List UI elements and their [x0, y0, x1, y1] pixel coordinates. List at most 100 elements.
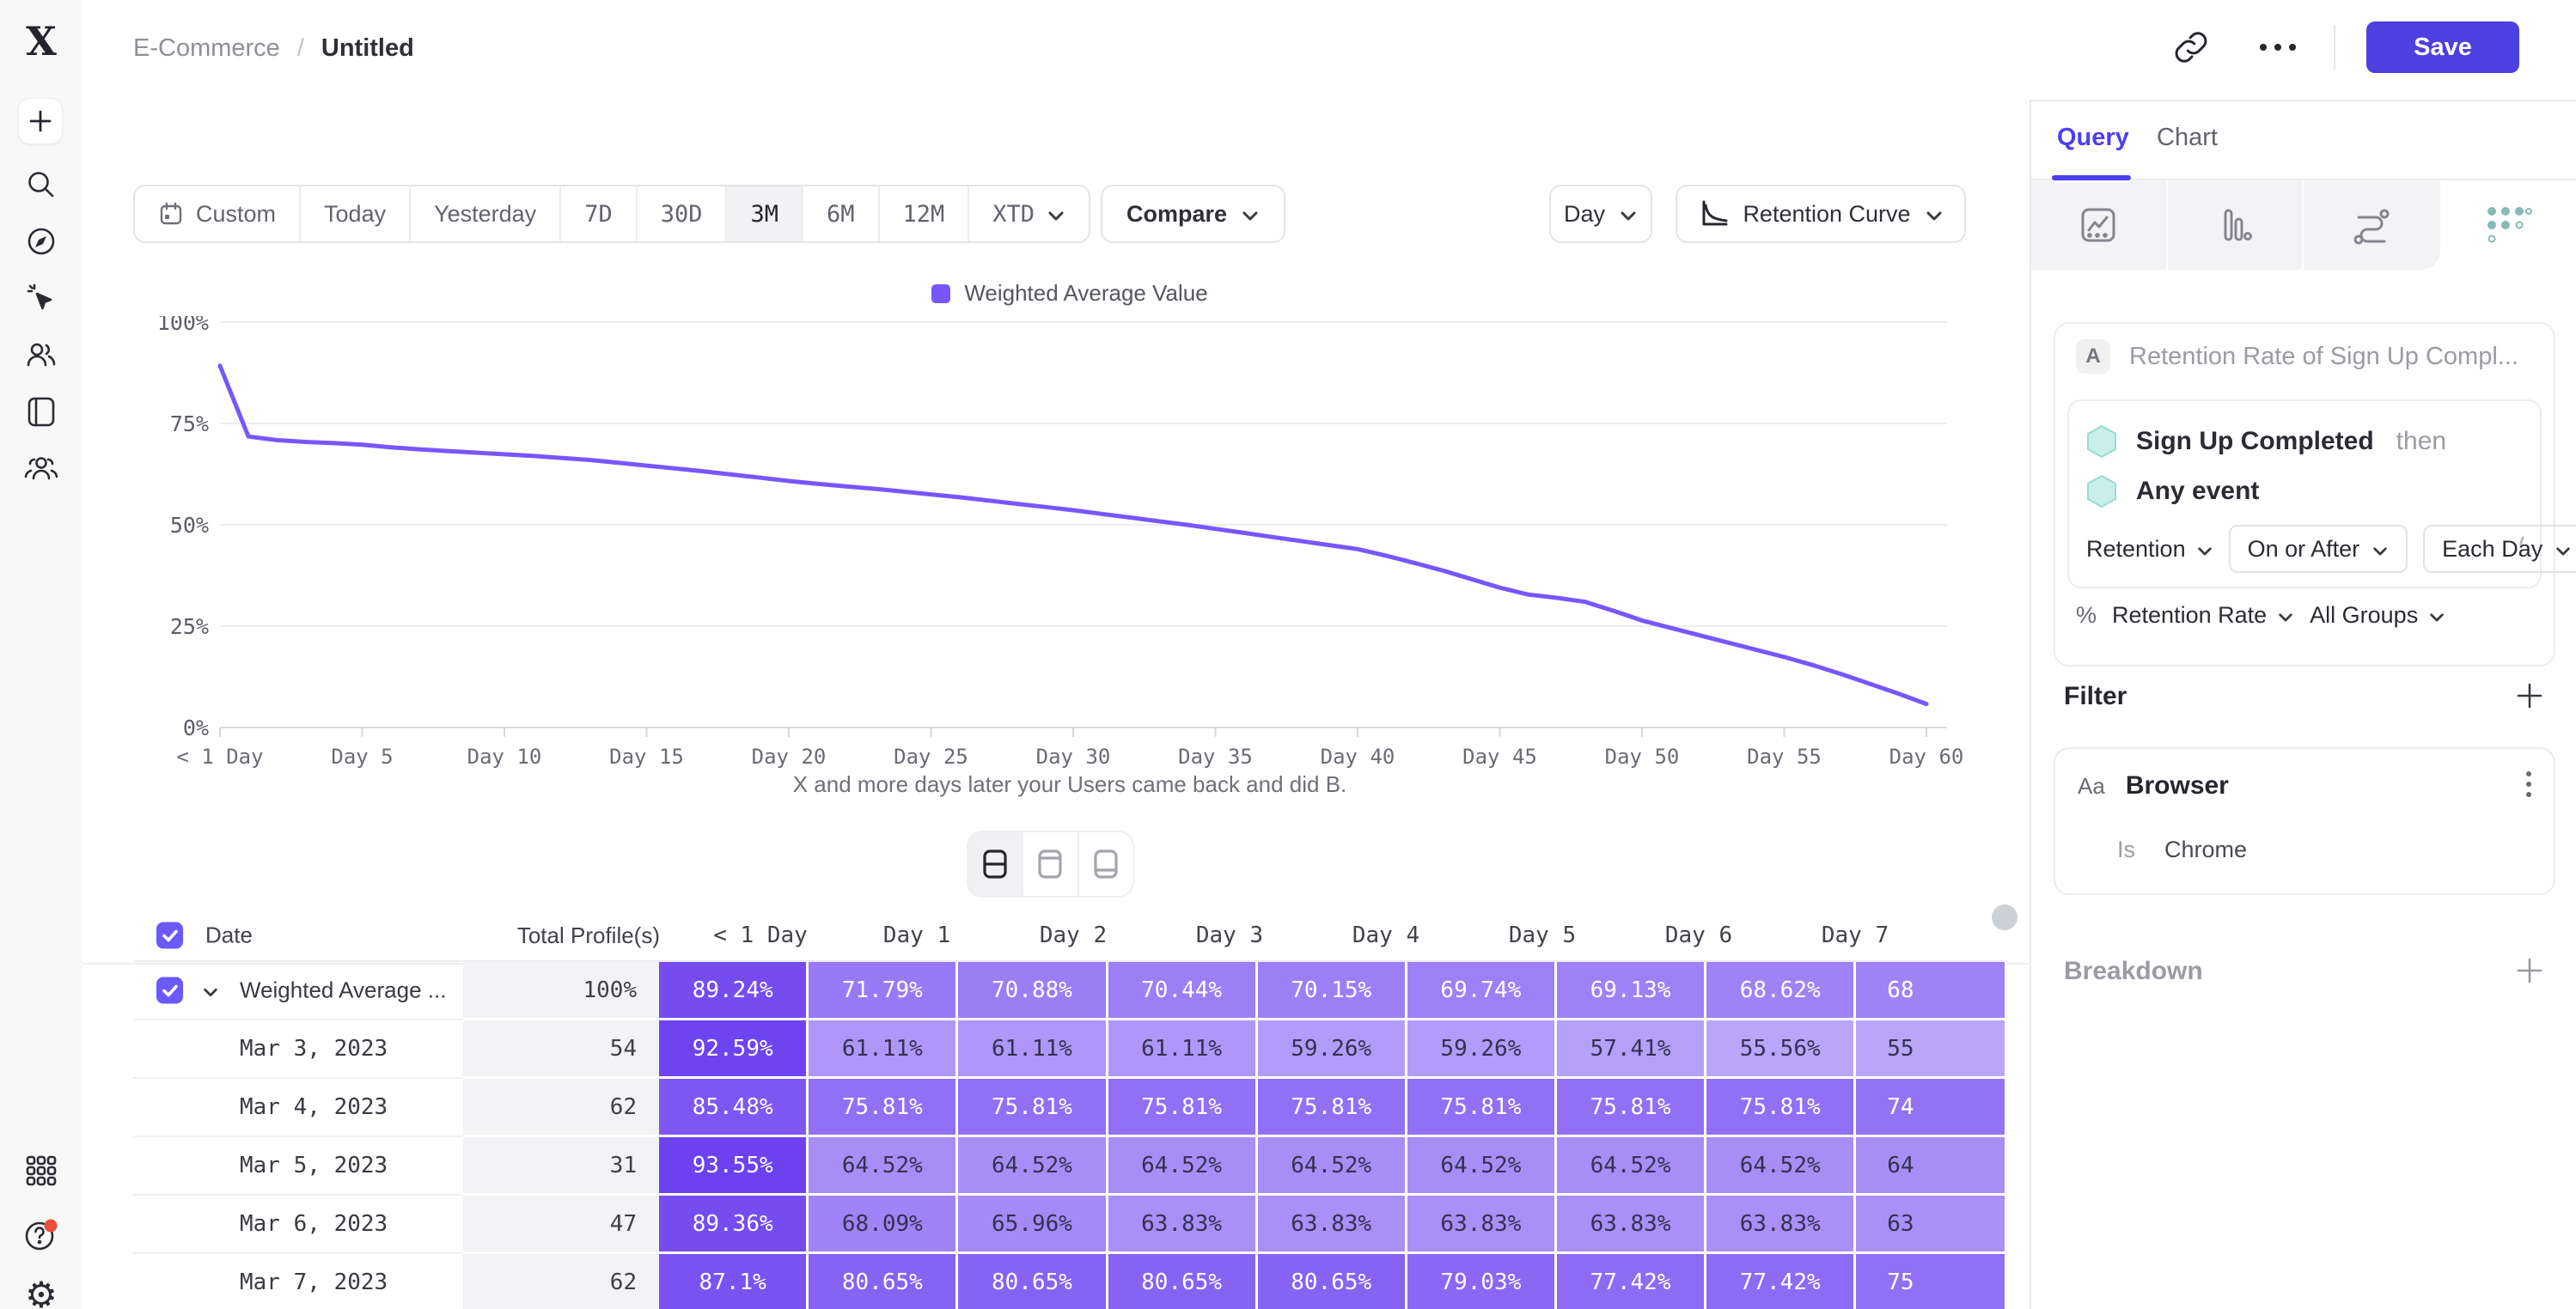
column-header-day[interactable]: Day 7 [1777, 922, 1933, 948]
row-date-cell[interactable]: Mar 7, 2023 [133, 1254, 463, 1309]
row-date-cell[interactable]: Mar 4, 2023 [133, 1079, 463, 1137]
row-date-cell[interactable]: Weighted Average ... [133, 962, 463, 1020]
help-icon[interactable] [22, 1215, 60, 1253]
retention-cell[interactable]: 68.62% [1706, 962, 1856, 1020]
retention-cell[interactable]: 68.09% [809, 1196, 958, 1254]
add-filter-button[interactable] [2512, 679, 2547, 713]
first-event-row[interactable]: Sign Up Completed then [2086, 417, 2523, 466]
apps-grid-icon[interactable] [22, 1152, 60, 1190]
series-header[interactable]: A Retention Rate of Sign Up Compl... [2076, 339, 2518, 374]
breadcrumb-project[interactable]: E-Commerce [133, 34, 280, 63]
column-header-day[interactable]: Day 5 [1464, 922, 1621, 948]
create-new-button[interactable] [18, 98, 63, 144]
compare-button[interactable]: Compare [1101, 185, 1285, 243]
date-range-12m[interactable]: 12M [880, 186, 970, 241]
date-range-7d[interactable]: 7D [561, 186, 638, 241]
retention-cell[interactable]: 75.81% [1557, 1079, 1706, 1137]
date-range-30d[interactable]: 30D [638, 186, 728, 241]
date-range-3m[interactable]: 3M [727, 186, 803, 241]
retention-cell[interactable]: 85.48% [659, 1079, 809, 1137]
filter-value[interactable]: Chrome [2164, 837, 2247, 863]
column-header-day[interactable]: Day 2 [995, 922, 1151, 948]
date-range-xtd[interactable]: XTD [969, 186, 1089, 241]
retention-cell[interactable]: 64.52% [1407, 1137, 1557, 1196]
table-scroll-indicator[interactable] [1992, 904, 2017, 930]
chart-type-funnels[interactable] [2168, 180, 2304, 270]
legend-label[interactable]: Weighted Average Value [964, 280, 1207, 307]
copy-link-button[interactable] [2167, 23, 2215, 71]
measure-dropdown[interactable]: Retention Rate [2112, 602, 2294, 629]
compass-icon[interactable] [22, 222, 60, 260]
filter-kebab-menu[interactable] [2526, 771, 2531, 797]
column-header-day[interactable]: Day 6 [1621, 922, 1777, 948]
retention-cell[interactable]: 71.79% [809, 962, 958, 1020]
filter-property[interactable]: Browser [2126, 771, 2229, 801]
retention-cell[interactable]: 80.65% [809, 1254, 958, 1309]
retention-cell[interactable]: 63.83% [1706, 1196, 1856, 1254]
chart-type-retention[interactable] [2440, 180, 2576, 270]
breadcrumb-page-title[interactable]: Untitled [321, 34, 414, 63]
retention-cell-clipped[interactable]: 55 [1856, 1020, 2007, 1079]
search-icon[interactable] [22, 166, 60, 204]
retention-cell[interactable]: 80.65% [1108, 1254, 1258, 1309]
retention-cell[interactable]: 57.41% [1557, 1020, 1706, 1079]
retention-cell[interactable]: 79.03% [1407, 1254, 1557, 1309]
row-date-cell[interactable]: Mar 6, 2023 [133, 1196, 463, 1254]
view-mode-table-only[interactable] [1079, 832, 1132, 896]
view-mode-split[interactable] [968, 832, 1023, 896]
events-cursor-icon[interactable] [22, 279, 60, 317]
retention-cell[interactable]: 80.65% [1258, 1254, 1407, 1309]
retention-cell[interactable]: 61.11% [1108, 1020, 1258, 1079]
criteria-dropdown[interactable]: On or After [2229, 525, 2408, 573]
column-header-day[interactable]: Day 4 [1308, 922, 1464, 948]
retention-cell-clipped[interactable]: 75 [1856, 1254, 2007, 1309]
filter-operator[interactable]: Is [2117, 837, 2135, 863]
mixpanel-logo-icon[interactable]: X [19, 19, 64, 64]
chart-type-dropdown[interactable]: Retention Curve [1676, 185, 1966, 243]
retention-cell[interactable]: 55.56% [1706, 1020, 1856, 1079]
retention-cell[interactable]: 92.59% [659, 1020, 809, 1079]
return-event-row[interactable]: Any event [2086, 466, 2523, 516]
date-range-yesterday[interactable]: Yesterday [411, 186, 561, 241]
granularity-dropdown[interactable]: Day [1549, 185, 1652, 243]
retention-cell[interactable]: 70.88% [958, 962, 1108, 1020]
expand-caret-icon[interactable] [202, 977, 219, 1004]
retention-cell[interactable]: 87.1% [659, 1254, 809, 1309]
retention-cell[interactable]: 63.83% [1258, 1196, 1407, 1254]
view-mode-chart-only[interactable] [1023, 832, 1078, 896]
retention-cell[interactable]: 70.15% [1258, 962, 1407, 1020]
add-breakdown-button[interactable] [2512, 953, 2547, 988]
retention-cell[interactable]: 80.65% [958, 1254, 1108, 1309]
row-checkbox[interactable] [156, 922, 183, 949]
retention-cell-clipped[interactable]: 74 [1856, 1079, 2007, 1137]
retention-cell[interactable]: 64.52% [809, 1137, 958, 1196]
date-range-6m[interactable]: 6M [803, 186, 880, 241]
retention-cell[interactable]: 63.83% [1407, 1196, 1557, 1254]
retention-cell[interactable]: 70.44% [1108, 962, 1258, 1020]
row-date-cell[interactable]: Mar 5, 2023 [133, 1137, 463, 1196]
retention-cell-clipped[interactable]: 63 [1856, 1196, 2007, 1254]
retention-cell-clipped[interactable]: 64 [1856, 1137, 2007, 1196]
users-icon[interactable] [22, 336, 60, 374]
retention-cell[interactable]: 64.52% [1108, 1137, 1258, 1196]
retention-cell[interactable]: 61.11% [958, 1020, 1108, 1079]
column-header-day[interactable]: Day 3 [1151, 922, 1308, 948]
retention-cell[interactable]: 63.83% [1557, 1196, 1706, 1254]
interval-dropdown[interactable]: Each Day [2423, 525, 2576, 573]
retention-cell[interactable]: 75.81% [958, 1079, 1108, 1137]
retention-cell[interactable]: 75.81% [809, 1079, 958, 1137]
date-range-today[interactable]: Today [301, 186, 411, 241]
retention-cell[interactable]: 89.36% [659, 1196, 809, 1254]
retention-cell[interactable]: 64.52% [1557, 1137, 1706, 1196]
retention-cell[interactable]: 89.24% [659, 962, 809, 1020]
row-checkbox[interactable] [156, 977, 183, 1004]
retention-curve-chart[interactable]: 0%25%50%75%100%< 1 DayDay 5Day 10Day 15D… [133, 316, 2006, 780]
retention-cell[interactable]: 77.42% [1706, 1254, 1856, 1309]
column-header-day[interactable]: Day 1 [839, 922, 995, 948]
tab-query[interactable]: Query [2057, 124, 2129, 152]
retention-cell[interactable]: 69.13% [1557, 962, 1706, 1020]
retention-cell[interactable]: 69.74% [1407, 962, 1557, 1020]
retention-cell[interactable]: 59.26% [1407, 1020, 1557, 1079]
retention-cell[interactable]: 64.52% [958, 1137, 1108, 1196]
boards-icon[interactable] [22, 393, 60, 430]
